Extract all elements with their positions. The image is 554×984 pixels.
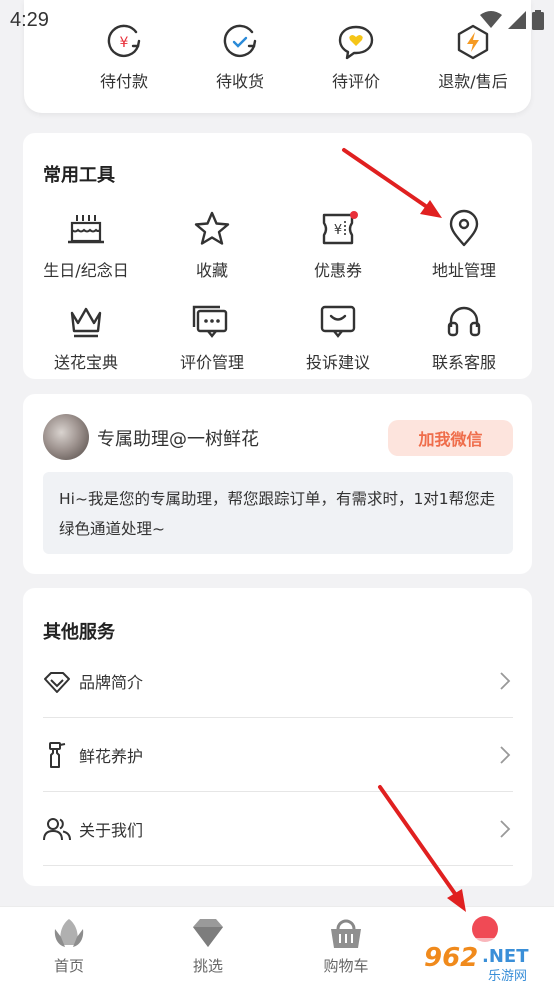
gem-icon xyxy=(193,919,223,947)
status-time: 4:29 xyxy=(10,8,49,31)
tool-label: 地址管理 xyxy=(431,261,496,280)
tool-favorites[interactable]: 收藏 xyxy=(149,209,275,281)
tool-label: 联系客服 xyxy=(431,353,496,372)
tool-customer-service[interactable]: 联系客服 xyxy=(401,301,527,373)
assistant-message: Hi~我是您的专属助理，帮您跟踪订单，有需求时，1对1帮您走绿色通道处理~ xyxy=(43,472,513,554)
service-about-us[interactable]: 关于我们 xyxy=(43,792,513,866)
svg-text:962: 962 xyxy=(424,943,478,973)
service-label: 关于我们 xyxy=(79,820,144,840)
diamond-icon xyxy=(44,671,70,693)
tool-label: 送花宝典 xyxy=(53,353,118,372)
basket-icon xyxy=(331,919,361,948)
nav-label: 挑选 xyxy=(192,957,223,975)
comment-icon xyxy=(192,305,228,338)
battery-icon xyxy=(532,10,544,30)
headphones-icon xyxy=(447,306,481,337)
signal-icon xyxy=(508,11,526,29)
tool-label: 收藏 xyxy=(195,261,228,280)
common-tools-card: 常用工具 生日/纪念日 收藏 ¥ 优惠券 地址管理 送花宝典 评价管理 投诉建议… xyxy=(23,133,532,379)
chevron-right-icon xyxy=(500,745,511,764)
spray-bottle-icon xyxy=(49,741,66,768)
service-label: 鲜花养护 xyxy=(79,746,144,766)
tool-review-management[interactable]: 评价管理 xyxy=(149,301,275,373)
order-label: 待收货 xyxy=(215,72,264,91)
order-label: 待付款 xyxy=(99,72,148,91)
star-icon xyxy=(194,211,230,245)
tool-label: 优惠券 xyxy=(313,261,362,280)
other-services-card: 其他服务 品牌简介 鲜花养护 关于我们 xyxy=(23,588,532,886)
tool-complaints[interactable]: 投诉建议 xyxy=(275,301,401,373)
status-bar: 4:29 xyxy=(0,0,554,40)
tool-label: 评价管理 xyxy=(179,353,244,372)
order-label: 退款/售后 xyxy=(438,72,508,91)
tool-flower-guide[interactable]: 送花宝典 xyxy=(23,301,149,373)
chevron-right-icon xyxy=(500,671,511,690)
section-title: 其他服务 xyxy=(43,622,115,643)
nav-cart[interactable]: 购物车 xyxy=(286,915,406,976)
assistant-avatar xyxy=(43,414,89,460)
svg-text:乐游网: 乐游网 xyxy=(488,969,527,984)
nav-home[interactable]: 首页 xyxy=(9,915,129,976)
svg-text:.NET: .NET xyxy=(482,946,529,967)
nav-label: 首页 xyxy=(53,957,84,975)
assistant-card: 专属助理@一树鲜花 加我微信 Hi~我是您的专属助理，帮您跟踪订单，有需求时，1… xyxy=(23,394,532,574)
users-icon xyxy=(43,817,71,840)
nav-label: 购物车 xyxy=(323,957,369,975)
location-pin-icon xyxy=(449,209,479,247)
service-brand-intro[interactable]: 品牌简介 xyxy=(43,644,513,718)
tool-label: 生日/纪念日 xyxy=(43,261,129,280)
wifi-icon xyxy=(480,11,502,28)
lotus-icon xyxy=(54,919,84,947)
service-flower-care[interactable]: 鲜花养护 xyxy=(43,718,513,792)
order-label: 待评价 xyxy=(331,72,380,91)
assistant-name: 专属助理@一树鲜花 xyxy=(97,429,259,450)
service-label: 品牌简介 xyxy=(79,672,144,692)
add-wechat-button[interactable]: 加我微信 xyxy=(388,420,513,456)
notification-dot xyxy=(350,211,358,219)
tool-birthday[interactable]: 生日/纪念日 xyxy=(23,209,149,281)
section-title: 常用工具 xyxy=(43,165,115,186)
feedback-icon xyxy=(320,305,356,338)
chevron-right-icon xyxy=(500,819,511,838)
cake-icon xyxy=(68,215,104,244)
crown-icon xyxy=(70,307,102,338)
status-icons xyxy=(480,10,544,30)
svg-text:¥: ¥ xyxy=(334,223,342,238)
tool-label: 投诉建议 xyxy=(305,353,370,372)
coupon-icon-wrap: ¥ xyxy=(318,209,358,249)
tool-coupons[interactable]: ¥ 优惠券 xyxy=(275,209,401,281)
watermark-logo: 962 .NET 乐游网 xyxy=(420,938,554,984)
nav-browse[interactable]: 挑选 xyxy=(148,915,268,976)
tool-address-management[interactable]: 地址管理 xyxy=(401,209,527,281)
